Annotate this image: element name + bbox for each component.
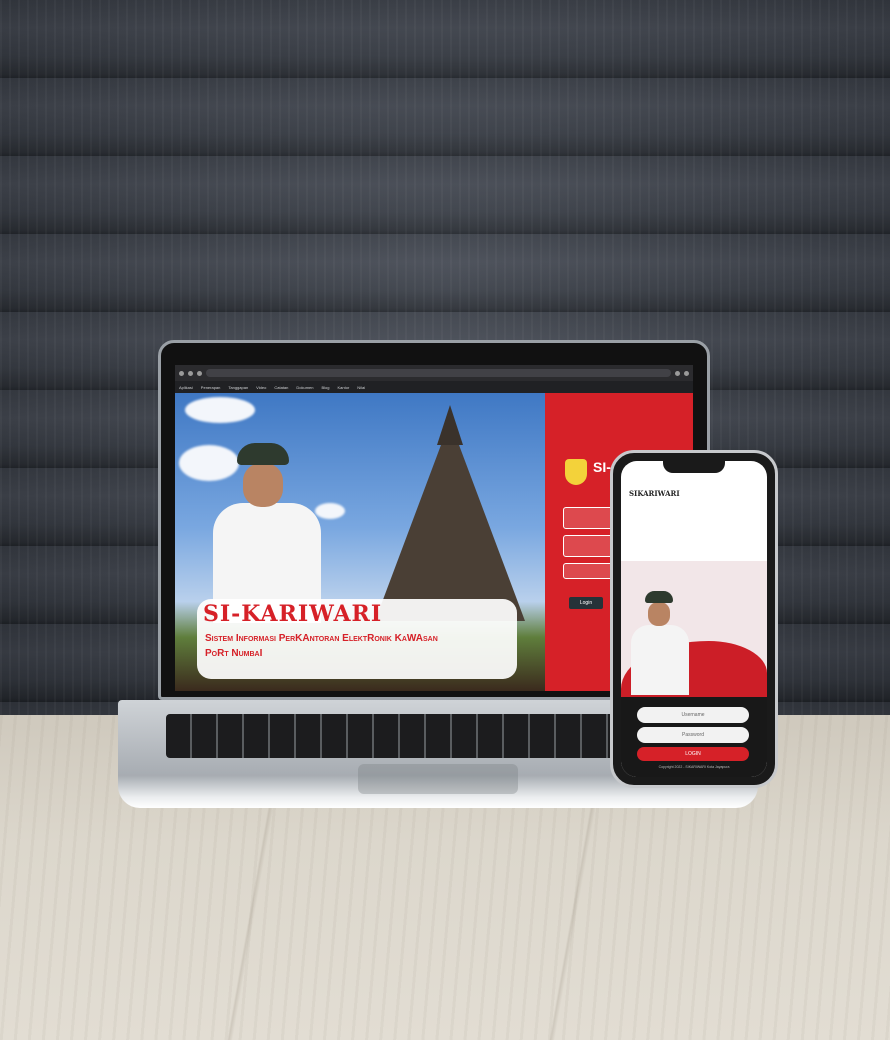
bookmark-item[interactable]: Blog [321, 385, 329, 390]
portrait-body [631, 625, 689, 695]
portrait-face [648, 602, 670, 626]
smartphone: SIKARIWARI Username Password LOGIN Copyr… [610, 450, 778, 788]
bookmark-item[interactable]: Kantor [338, 385, 350, 390]
address-bar[interactable] [206, 369, 671, 377]
bookmark-item[interactable]: Aplikasi [179, 385, 193, 390]
app-subtitle: Sistem Informasi PerKAntoran ElektRonik … [205, 631, 505, 661]
bookmarks-bar: Aplikasi Penerapan Tanggapan Video Catat… [175, 381, 693, 393]
login-button[interactable]: Login [569, 597, 603, 609]
keyboard [166, 714, 686, 758]
back-icon[interactable] [179, 370, 184, 376]
browser-toolbar [175, 365, 693, 381]
subtitle-line: PoRt NumbaI [205, 648, 263, 659]
cloud-shape [185, 397, 255, 423]
profile-icon[interactable] [684, 370, 689, 376]
hero-image: SI-KARIWARI Sistem Informasi PerKAntoran… [175, 393, 545, 691]
copyright-text: Copyright 2022 - SIKARIWARI Kota Jayapur… [658, 765, 730, 769]
phone-screen: SIKARIWARI Username Password LOGIN Copyr… [621, 461, 767, 777]
panel-title: SI- [593, 459, 611, 475]
captcha-field[interactable] [563, 563, 615, 579]
bookmark-item[interactable]: Video [256, 385, 266, 390]
username-input[interactable]: Username [637, 707, 749, 723]
bookmark-item[interactable]: Penerapan [201, 385, 221, 390]
official-portrait [213, 443, 321, 623]
photo-scene: Aplikasi Penerapan Tanggapan Video Catat… [0, 0, 890, 1040]
official-portrait [631, 591, 689, 695]
portrait-face [243, 463, 283, 507]
password-input[interactable]: Password [637, 727, 749, 743]
bookmark-item[interactable]: Catatan [274, 385, 288, 390]
honai-tower [375, 421, 525, 621]
login-button[interactable]: LOGIN [637, 747, 749, 761]
forward-icon[interactable] [188, 370, 193, 376]
subtitle-line: Sistem Informasi PerKAntoran ElektRonik … [205, 633, 438, 644]
extensions-icon[interactable] [675, 370, 680, 376]
app-title: SI-KARIWARI [203, 601, 383, 627]
portrait-cap [645, 591, 673, 603]
touchpad [358, 764, 518, 794]
bookmark-item[interactable]: Nilai [357, 385, 365, 390]
bookmark-item[interactable]: Dokumen [296, 385, 313, 390]
phone-notch [663, 461, 725, 473]
phone-app-name: SIKARIWARI [629, 489, 680, 498]
reload-icon[interactable] [197, 370, 202, 376]
portrait-cap [237, 443, 289, 465]
city-emblem-icon [565, 459, 587, 485]
bookmark-item[interactable]: Tanggapan [228, 385, 248, 390]
